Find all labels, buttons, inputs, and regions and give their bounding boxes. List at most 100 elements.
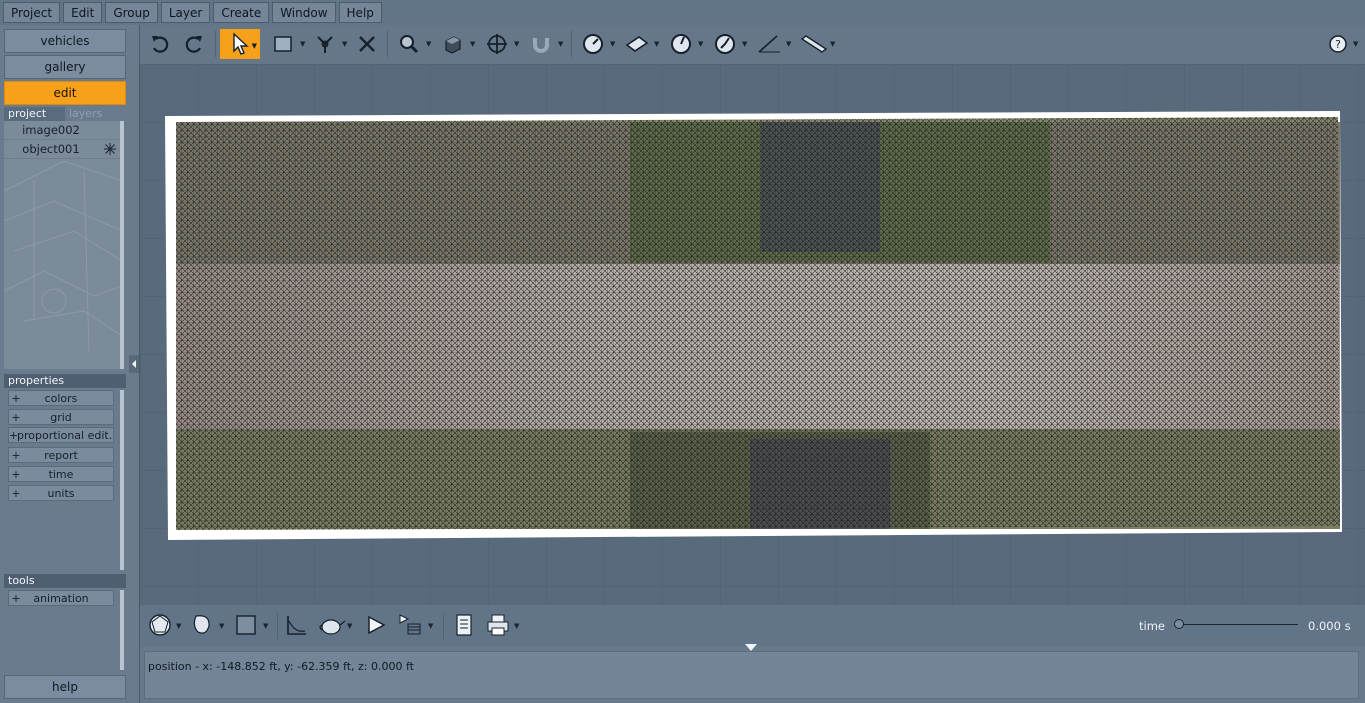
time-label: time — [1139, 619, 1165, 633]
menu-group[interactable]: Group — [105, 2, 158, 23]
vehicles-button[interactable]: vehicles — [4, 29, 126, 53]
property-grid[interactable]: + grid — [8, 409, 114, 425]
position-readout: position - x: -148.852 ft, y: -62.359 ft… — [148, 660, 414, 673]
redo-icon[interactable] — [179, 29, 209, 59]
help-button[interactable]: help — [4, 675, 126, 699]
tools-scrollbar[interactable] — [120, 590, 124, 670]
expand-icon: + — [11, 410, 21, 424]
expand-icon: + — [9, 428, 19, 442]
cube-view-icon[interactable] — [438, 29, 468, 59]
menu-create[interactable]: Create — [213, 2, 270, 23]
toolbar-divider — [571, 31, 572, 57]
help-circle-icon[interactable]: ? — [1323, 29, 1353, 59]
svg-text:?: ? — [1335, 38, 1341, 51]
scissors-icon[interactable] — [352, 29, 382, 59]
tool-animation[interactable]: + animation — [8, 590, 114, 606]
chevron-down-icon[interactable]: ▼ — [426, 41, 432, 48]
chevron-down-icon[interactable]: ▼ — [300, 41, 306, 48]
tab-layers[interactable]: layers — [65, 107, 126, 121]
chevron-down-icon[interactable]: ▼ — [176, 623, 182, 630]
magnet-icon[interactable] — [526, 29, 556, 59]
menu-project[interactable]: Project — [3, 2, 61, 23]
ruler-icon[interactable] — [754, 29, 784, 59]
chevron-down-icon[interactable]: ▼ — [1353, 41, 1359, 48]
graph-icon[interactable] — [282, 610, 312, 640]
status-area: position - x: -148.852 ft, y: -62.359 ft… — [140, 644, 1365, 703]
chevron-down-icon[interactable]: ▼ — [610, 41, 616, 48]
viewport-canvas — [140, 64, 1365, 605]
toolbar-divider — [387, 31, 388, 57]
project-tree: image002 object001 — [4, 121, 122, 369]
printer-icon[interactable] — [483, 610, 513, 640]
property-units[interactable]: + units — [8, 485, 114, 501]
property-report[interactable]: + report — [8, 447, 114, 463]
gauge-icon[interactable] — [666, 29, 696, 59]
chevron-down-icon[interactable]: ▼ — [428, 623, 434, 630]
project-item[interactable]: object001 — [4, 140, 122, 159]
3d-viewport[interactable] — [140, 64, 1365, 605]
render-sequence-icon[interactable] — [396, 610, 426, 640]
menu-window[interactable]: Window — [272, 2, 336, 23]
main-toolbar: ▼ ▼ ▼ ▼ ▼ ▼ ▼ ▼ ▼ ▼ ▼ ▼ ▼ ? ▼ — [140, 25, 1365, 64]
chevron-down-icon[interactable]: ▼ — [342, 41, 348, 48]
chevron-down-icon[interactable]: ▼ — [786, 41, 792, 48]
expand-icon: + — [11, 591, 21, 605]
bottom-toolbar: ▼ ▼ ▼ ▼ ▼ ▼ time 0.000 s — [140, 605, 1365, 647]
tape-icon[interactable] — [796, 29, 832, 59]
wireframe-sphere-icon[interactable] — [145, 610, 175, 640]
measure-dial-icon[interactable] — [578, 29, 608, 59]
move-icon[interactable] — [482, 29, 512, 59]
panel-collapse-handle[interactable] — [129, 355, 139, 373]
menu-edit[interactable]: Edit — [63, 2, 103, 23]
time-value: 0.000 s — [1308, 619, 1351, 633]
chevron-down-icon[interactable]: ▼ — [219, 623, 225, 630]
project-item-label: object001 — [22, 141, 80, 156]
properties-scrollbar[interactable] — [120, 390, 124, 570]
zoom-icon[interactable] — [394, 29, 424, 59]
square-color-icon[interactable] — [231, 610, 261, 640]
chevron-down-icon[interactable]: ▼ — [347, 623, 353, 630]
snowflake-icon[interactable] — [98, 140, 122, 159]
plane-icon[interactable] — [622, 29, 652, 59]
property-time[interactable]: + time — [8, 466, 114, 482]
menu-layer[interactable]: Layer — [160, 2, 211, 23]
time-slider-handle[interactable] — [1174, 619, 1184, 629]
project-item[interactable]: image002 — [4, 121, 122, 140]
chevron-down-icon[interactable]: ▼ — [514, 623, 520, 630]
toolbar-divider — [215, 31, 216, 57]
tools-header: tools — [4, 574, 126, 588]
select-arrow-icon[interactable]: ▼ — [220, 29, 260, 59]
axis-gizmo-icon[interactable] — [310, 29, 340, 59]
edit-button[interactable]: edit — [4, 81, 126, 105]
properties-header: properties — [4, 374, 126, 388]
chevron-down-icon[interactable]: ▼ — [470, 41, 476, 48]
project-scrollbar[interactable] — [120, 121, 124, 369]
chevron-down-icon[interactable]: ▼ — [698, 41, 704, 48]
chevron-down-icon[interactable]: ▼ — [654, 41, 660, 48]
panel-tabs: project layers — [4, 107, 126, 121]
teapot-icon[interactable] — [317, 610, 347, 640]
property-colors[interactable]: + colors — [8, 390, 114, 406]
left-panel: vehicles gallery edit project layers ima… — [0, 25, 140, 703]
gallery-button[interactable]: gallery — [4, 55, 126, 79]
expand-icon: + — [11, 486, 21, 500]
play-icon[interactable] — [361, 610, 391, 640]
rectangle-select-icon[interactable] — [268, 29, 298, 59]
project-item-label: image002 — [22, 122, 80, 137]
chevron-down-icon[interactable]: ▼ — [830, 41, 836, 48]
chevron-down-icon[interactable]: ▼ — [742, 41, 748, 48]
chevron-down-icon[interactable]: ▼ — [263, 623, 269, 630]
expand-panel-arrow-icon[interactable] — [745, 644, 757, 651]
chevron-down-icon[interactable]: ▼ — [558, 41, 564, 48]
angle-icon[interactable] — [710, 29, 740, 59]
time-slider-track[interactable] — [1178, 624, 1298, 625]
menu-help[interactable]: Help — [338, 2, 382, 23]
property-proportional-edit[interactable]: + proportional edit... — [8, 427, 114, 443]
shading-icon[interactable] — [187, 610, 217, 640]
expand-icon: + — [11, 448, 21, 462]
chevron-down-icon[interactable]: ▼ — [514, 41, 520, 48]
report-document-icon[interactable] — [449, 610, 479, 640]
undo-icon[interactable] — [145, 29, 175, 59]
menu-bar: Project Edit Group Layer Create Window H… — [0, 0, 1365, 25]
tab-project[interactable]: project — [4, 107, 65, 121]
